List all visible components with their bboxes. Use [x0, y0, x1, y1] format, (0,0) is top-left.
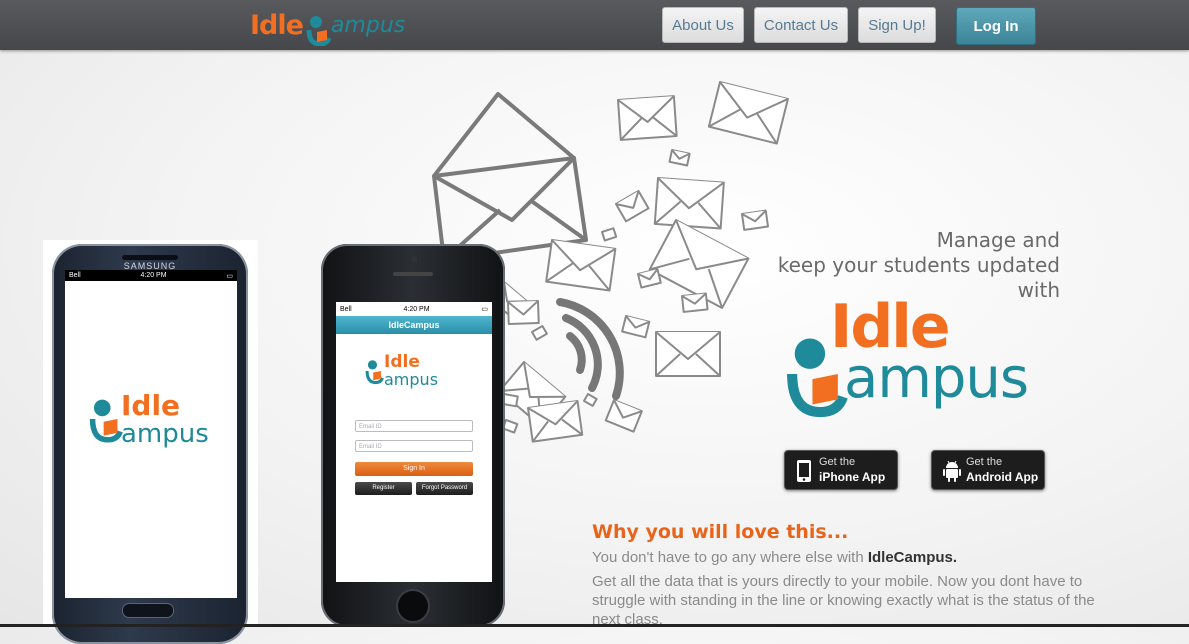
why-intro-text: You don't have to go any where else with	[592, 549, 868, 566]
get-iphone-app-button[interactable]: Get the iPhone App	[784, 450, 898, 490]
hero-logo: Idle ampus	[782, 292, 1052, 426]
iphone-logo-campus: ampus	[384, 370, 439, 389]
iphone-speaker	[393, 272, 433, 276]
iphone-mockup: Bell 4:20 PM ▭ IdleCampus Idle ampus Ema…	[321, 244, 505, 627]
samsung-logo-idle: Idle	[121, 389, 181, 422]
header-logo-idle: Idle	[250, 10, 304, 41]
samsung-speaker	[122, 255, 178, 260]
logo-person-icon	[306, 16, 331, 46]
samsung-logo-campus: ampus	[121, 419, 209, 449]
sign-up-button[interactable]: Sign Up!	[858, 7, 936, 43]
iphone-password-field[interactable]: Email ID	[355, 440, 473, 452]
contact-us-button[interactable]: Contact Us	[754, 7, 848, 43]
samsung-status-bar: Bell 4:20 PM ▭	[65, 270, 237, 281]
log-in-button[interactable]: Log In	[956, 7, 1036, 45]
samsung-screen: Bell 4:20 PM ▭ Idle ampus	[65, 270, 237, 598]
iphone-email-field[interactable]: Email ID	[355, 420, 473, 432]
why-intro-brand: IdleCampus.	[867, 549, 958, 566]
top-navigation-bar: Idle ampus About Us Contact Us Sign Up! …	[0, 0, 1189, 50]
iphone-app-label: iPhone App	[819, 470, 886, 484]
why-intro-line: You don't have to go any where else with…	[592, 549, 957, 566]
samsung-carrier: Bell	[69, 272, 81, 279]
iphone-home-button	[396, 589, 430, 623]
logo-person-icon	[89, 399, 123, 443]
why-paragraph: Get all the data that is yours directly …	[592, 573, 1095, 628]
logo-person-icon	[365, 360, 384, 385]
battery-icon: ▭	[226, 272, 233, 280]
iphone-app-small-text: Get the	[819, 456, 856, 468]
iphone-screen: Bell 4:20 PM ▭ IdleCampus Idle ampus Ema…	[336, 302, 492, 582]
iphone-register-button[interactable]: Register	[355, 482, 412, 495]
iphone-sign-in-button[interactable]: Sign In	[355, 462, 473, 476]
iphone-camera	[411, 256, 417, 262]
android-icon	[943, 460, 961, 482]
iphone-forgot-password-button[interactable]: Forgot Password	[416, 482, 473, 495]
iphone-screen-logo: Idle ampus	[364, 354, 438, 388]
iphone-time: 4:20 PM	[403, 305, 430, 313]
iphone-app-title: IdleCampus	[336, 316, 492, 334]
get-android-app-button[interactable]: Get the Android App	[931, 450, 1045, 490]
samsung-screen-logo: Idle ampus	[87, 390, 209, 448]
samsung-phone-body: SAMSUNG Bell 4:20 PM ▭ Idle ampus	[52, 244, 248, 644]
android-app-small-text: Get the	[966, 456, 1003, 468]
samsung-phone-mockup: SAMSUNG Bell 4:20 PM ▭ Idle ampus	[43, 240, 258, 644]
samsung-time: 4:20 PM	[140, 272, 167, 279]
samsung-home-button	[122, 603, 174, 618]
tagline-line-2: keep your students updated	[777, 253, 1060, 277]
about-us-button[interactable]: About Us	[662, 7, 744, 43]
tagline-line-1: Manage and	[936, 228, 1060, 252]
header-logo-campus: ampus	[330, 13, 406, 38]
why-section-title: Why you will love this...	[592, 521, 849, 543]
hero-logo-campus: ampus	[844, 346, 1029, 411]
battery-icon: ▭	[481, 306, 488, 313]
iphone-status-bar: Bell 4:20 PM ▭	[336, 302, 492, 316]
iphone-icon	[797, 460, 811, 482]
header-logo[interactable]: Idle ampus	[250, 6, 405, 46]
iphone-carrier: Bell	[340, 305, 352, 313]
iphone-logo-idle: Idle	[384, 352, 420, 372]
android-app-label: Android App	[966, 470, 1039, 484]
